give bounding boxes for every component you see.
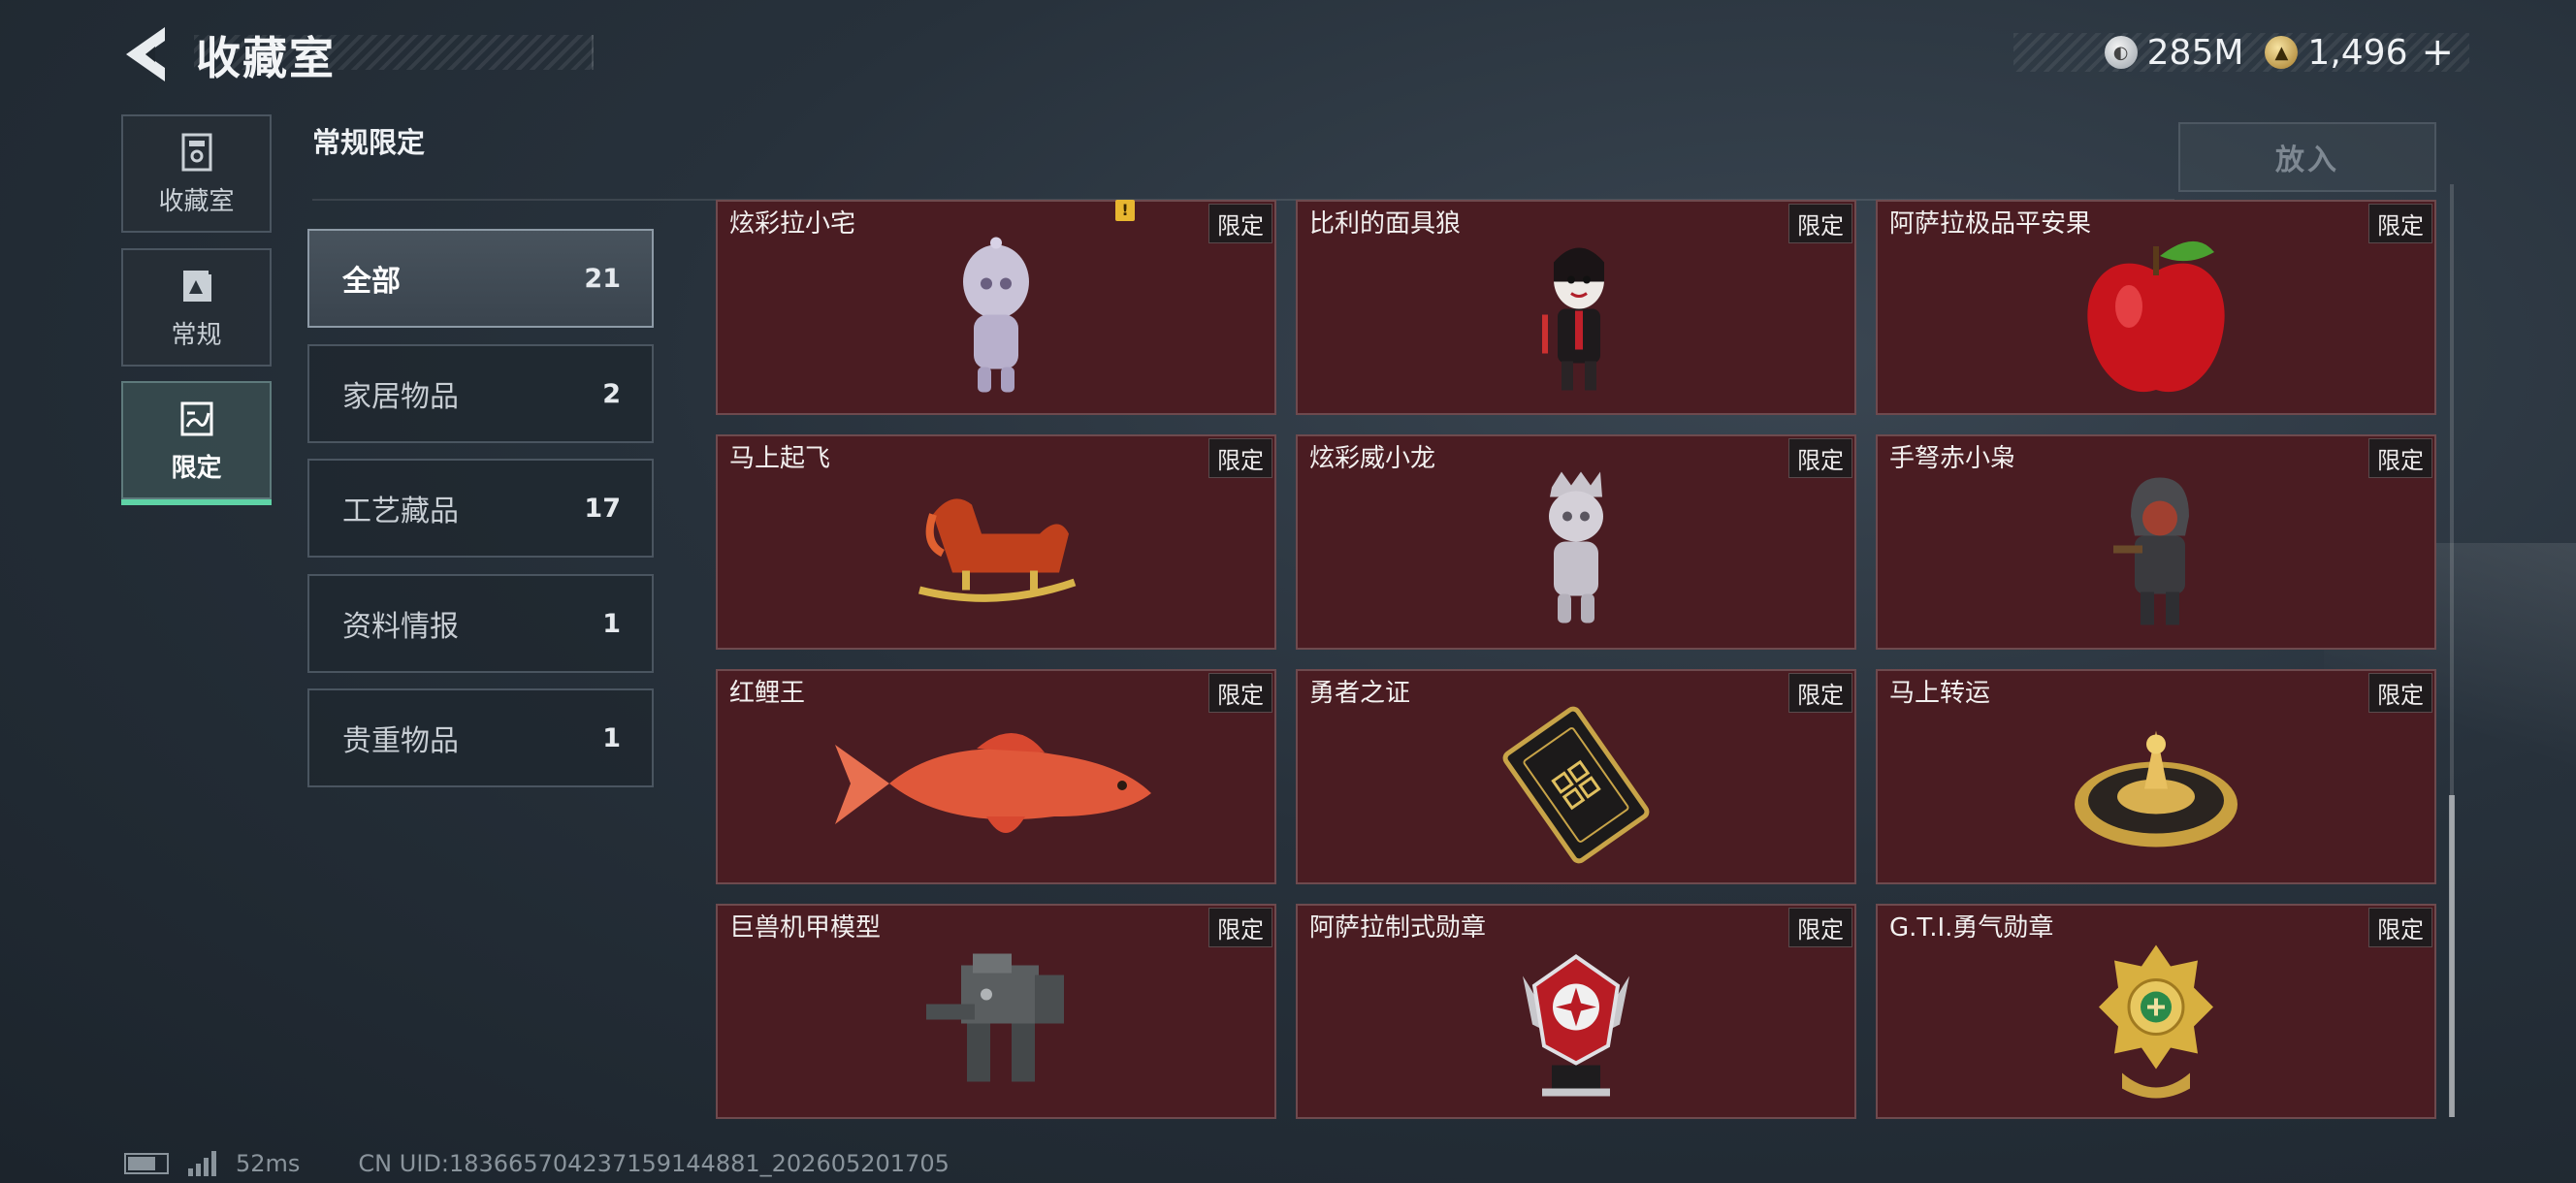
nav-label: 常规 (171, 320, 222, 350)
medal-icon (1523, 954, 1629, 1097)
item-grid: 炫彩拉小宅 限定 比利的面具狼 限定 阿萨拉极品平安果 限定 马上起飞 限定 炫… (716, 200, 2436, 1121)
category-label: 家居物品 (342, 380, 459, 414)
nav-label: 限定 (171, 453, 222, 483)
nav-item-regular[interactable]: 常规 (121, 248, 272, 367)
category-count: 1 (602, 608, 621, 639)
carp-fish-icon (835, 732, 1151, 833)
add-currency-button[interactable]: + (2421, 30, 2454, 75)
item-card[interactable]: 阿萨拉制式勋章 限定 (1296, 904, 1856, 1119)
card-icon (1502, 706, 1650, 864)
limited-tag: 限定 (2368, 204, 2432, 243)
user-uid: CN UID:1836657042371591448​81_2026052017… (358, 1150, 950, 1177)
currency-gold[interactable]: ▲ 1,496 + (2265, 30, 2454, 75)
item-name: 比利的面具狼 (1309, 209, 1462, 239)
hooded-figure-icon (2113, 477, 2189, 625)
item-name: 勇者之证 (1309, 679, 1411, 708)
currency-silver-value: 285M (2146, 32, 2244, 73)
category-home-items[interactable]: 家居物品 2 (307, 344, 654, 443)
item-name: 阿萨拉制式勋章 (1309, 913, 1487, 943)
nav-item-collection-room[interactable]: 收藏室 (121, 114, 272, 233)
category-count: 21 (584, 263, 621, 294)
golden-wheel-icon (2075, 730, 2238, 847)
nav-label: 收藏室 (158, 186, 235, 216)
limited-tag: 限定 (2368, 673, 2432, 713)
silver-coin-icon: ◐ (2104, 36, 2138, 69)
category-all[interactable]: 全部 21 (307, 229, 654, 328)
puppet-figure-icon (1542, 247, 1604, 391)
collection-room-icon (181, 133, 211, 171)
item-card[interactable]: 手弩赤小枭 限定 (1876, 434, 2436, 650)
back-button[interactable] (116, 23, 175, 85)
currency-silver[interactable]: ◐ 285M (2104, 32, 2244, 73)
category-label: 全部 (342, 265, 401, 299)
limited-tag: 限定 (1208, 204, 1272, 243)
category-label: 工艺藏品 (342, 495, 459, 528)
category-intel[interactable]: 资料情报 1 (307, 574, 654, 673)
limited-tag: 限定 (2368, 908, 2432, 947)
item-name: 手弩赤小枭 (1889, 444, 2016, 473)
limited-tag: 限定 (1788, 673, 1852, 713)
item-name: 阿萨拉极品平安果 (1889, 209, 2092, 239)
limited-tag: 限定 (1788, 204, 1852, 243)
section-title: 常规限定 (312, 126, 426, 159)
limited-icon (180, 401, 212, 435)
item-card[interactable]: 比利的面具狼 限定 (1296, 200, 1856, 415)
currency-bar: ◐ 285M ▲ 1,496 + (2013, 30, 2469, 75)
limited-tag: 限定 (1788, 438, 1852, 478)
mech-model-icon (926, 953, 1064, 1082)
gold-badge-icon (2099, 944, 2213, 1099)
item-card[interactable]: G.T.I.勇气勋章 限定 (1876, 904, 2436, 1119)
ping-value: 52ms (236, 1150, 301, 1177)
category-label: 资料情报 (342, 610, 459, 644)
currency-gold-value: 1,496 (2307, 32, 2408, 73)
signal-icon (188, 1151, 216, 1176)
item-card[interactable]: 勇者之证 限定 (1296, 669, 1856, 884)
back-arrow-icon (126, 27, 165, 81)
item-name: 炫彩威小龙 (1309, 444, 1436, 473)
limited-tag: 限定 (1788, 908, 1852, 947)
item-name: 红鲤王 (729, 679, 806, 708)
item-name: G.T.I.勇气勋章 (1889, 913, 2054, 943)
category-count: 2 (602, 378, 621, 409)
nav-item-limited[interactable]: 限定 (121, 381, 272, 505)
item-name: 马上起飞 (729, 444, 831, 473)
item-name: 炫彩拉小宅 (729, 209, 856, 239)
category-crafts[interactable]: 工艺藏品 17 (307, 459, 654, 558)
rocking-horse-icon (918, 498, 1077, 602)
category-count: 17 (584, 493, 621, 524)
category-valuables[interactable]: 贵重物品 1 (307, 688, 654, 787)
item-name: 马上转运 (1889, 679, 1991, 708)
page-title: 收藏室 (196, 32, 336, 84)
category-label: 贵重物品 (342, 724, 459, 758)
regular-icon (182, 270, 211, 302)
item-card[interactable]: 阿萨拉极品平安果 限定 (1876, 200, 2436, 415)
gold-coin-icon: ▲ (2265, 36, 2299, 69)
scrollbar-thumb[interactable] (2449, 795, 2455, 1117)
item-card[interactable]: 马上起飞 限定 (716, 434, 1276, 650)
limited-tag: 限定 (1208, 673, 1272, 713)
item-card[interactable]: 炫彩威小龙 限定 (1296, 434, 1856, 650)
battery-icon (124, 1153, 169, 1174)
status-footer: 52ms CN UID:1836657042371591448​81_20260… (124, 1144, 950, 1183)
item-card[interactable]: 马上转运 限定 (1876, 669, 2436, 884)
place-button[interactable]: 放入 (2178, 122, 2436, 192)
apple-icon (2087, 240, 2225, 393)
limited-tag: 限定 (2368, 438, 2432, 478)
item-card[interactable]: 炫彩拉小宅 限定 (716, 200, 1276, 415)
item-card[interactable]: 巨兽机甲模型 限定 (716, 904, 1276, 1119)
figurine-icon (963, 237, 1029, 393)
limited-tag: 限定 (1208, 908, 1272, 947)
figurine-icon (1549, 471, 1603, 623)
category-count: 1 (602, 722, 621, 753)
limited-tag: 限定 (1208, 438, 1272, 478)
item-name: 巨兽机甲模型 (729, 913, 882, 943)
alert-badge: ! (1115, 200, 1135, 221)
item-card[interactable]: 红鲤王 限定 (716, 669, 1276, 884)
